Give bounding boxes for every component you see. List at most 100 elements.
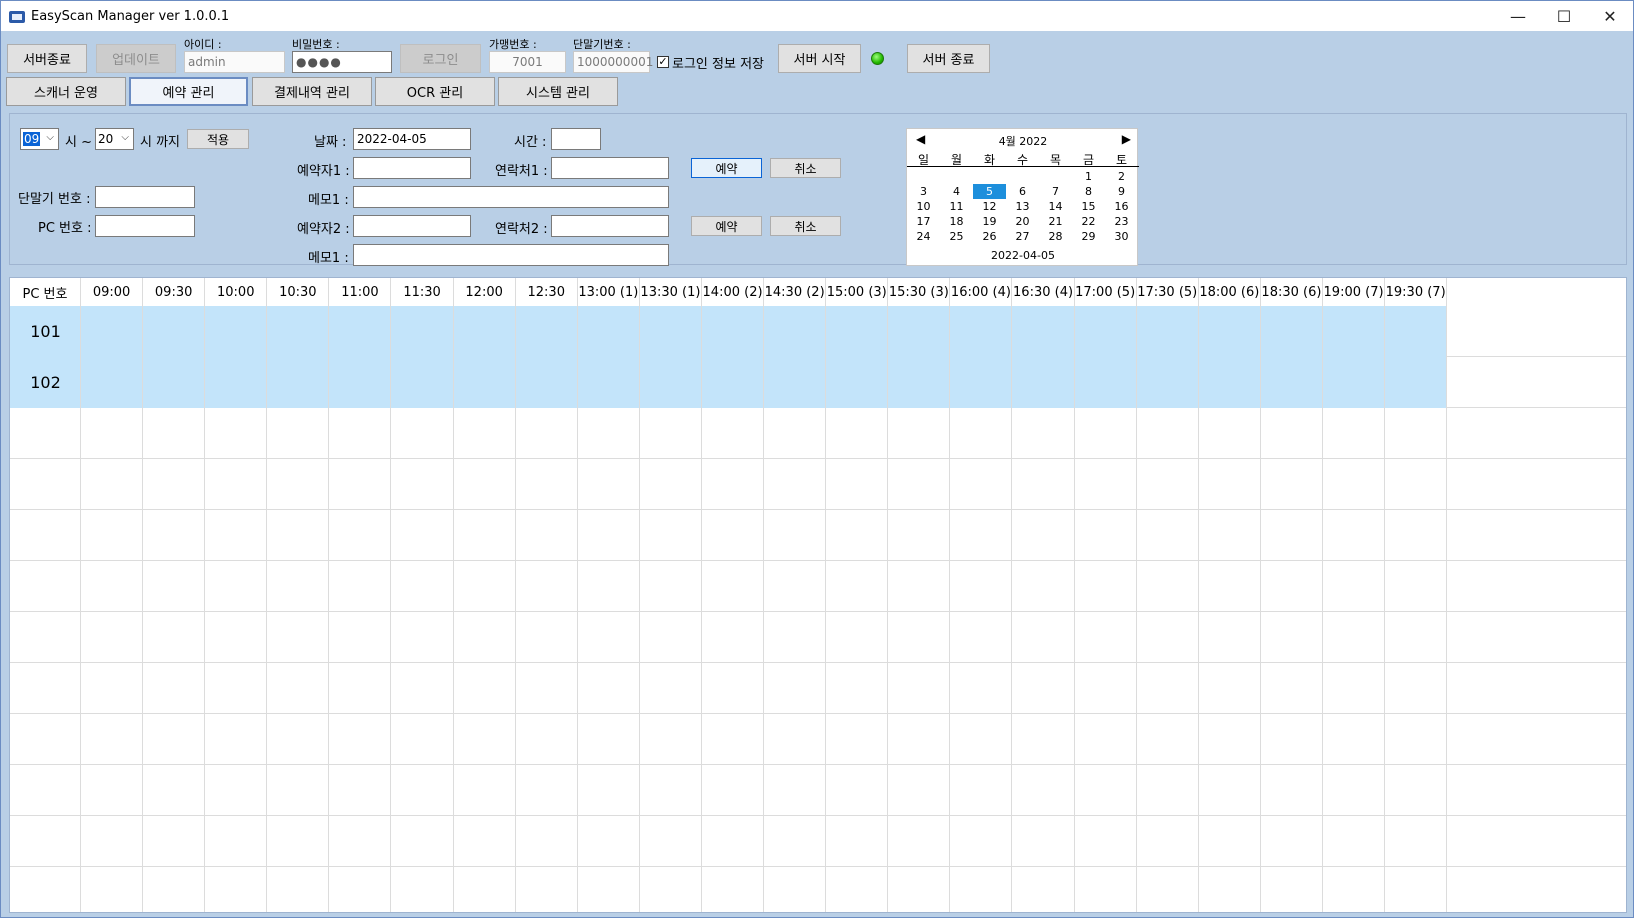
schedule-cell[interactable] (267, 408, 330, 459)
contact1-input[interactable] (551, 157, 669, 179)
schedule-cell[interactable] (205, 867, 268, 912)
schedule-cell[interactable] (516, 357, 578, 408)
calendar-day[interactable]: 20 (1006, 214, 1039, 229)
schedule-cell[interactable] (640, 816, 702, 867)
schedule-cell[interactable] (640, 561, 702, 612)
tab-system[interactable]: 시스템 관리 (498, 77, 618, 106)
schedule-cell[interactable] (392, 408, 454, 459)
cancel2-button[interactable]: 취소 (770, 216, 841, 236)
schedule-cell[interactable] (1013, 663, 1075, 714)
schedule-cell[interactable] (702, 816, 765, 867)
schedule-cell[interactable] (1385, 357, 1448, 408)
schedule-cell[interactable] (267, 510, 330, 561)
memo1-input[interactable] (353, 186, 669, 208)
schedule-cell[interactable] (888, 714, 951, 765)
id-input[interactable]: admin (184, 51, 285, 73)
schedule-cell[interactable] (1323, 663, 1386, 714)
schedule-cell[interactable] (1013, 867, 1075, 912)
schedule-cell[interactable] (1261, 714, 1323, 765)
schedule-cell[interactable] (702, 306, 765, 357)
calendar-day[interactable]: 2 (1105, 169, 1138, 184)
calendar-day[interactable]: 19 (973, 214, 1006, 229)
month-calendar[interactable]: ◀ 4월 2022 ▶ 일월화수목금토 1 2 3 4 5 6 7 8 9 10 11 12 13 14 1… (906, 128, 1139, 266)
schedule-cell[interactable] (950, 867, 1013, 912)
contact2-input[interactable] (551, 215, 669, 237)
tab-scanner[interactable]: 스캐너 운영 (6, 77, 126, 106)
schedule-cell[interactable] (392, 510, 454, 561)
schedule-cell[interactable] (1323, 357, 1386, 408)
calendar-day[interactable]: 14 (1039, 199, 1072, 214)
schedule-cell[interactable] (1137, 408, 1199, 459)
schedule-cell[interactable] (1137, 663, 1199, 714)
schedule-cell[interactable] (764, 612, 827, 663)
schedule-cell[interactable] (640, 765, 702, 816)
schedule-cell[interactable] (888, 510, 951, 561)
schedule-cell[interactable] (1261, 357, 1323, 408)
schedule-cell[interactable] (764, 867, 827, 912)
schedule-cell[interactable] (1385, 306, 1448, 357)
schedule-cell[interactable] (1075, 714, 1137, 765)
schedule-cell[interactable] (764, 459, 827, 510)
schedule-cell[interactable] (143, 510, 206, 561)
schedule-cell[interactable] (81, 663, 144, 714)
schedule-cell[interactable] (640, 357, 702, 408)
schedule-cell[interactable] (640, 663, 702, 714)
schedule-cell[interactable] (826, 816, 889, 867)
schedule-cell[interactable] (454, 816, 516, 867)
schedule-cell[interactable] (950, 408, 1013, 459)
schedule-cell[interactable] (640, 459, 702, 510)
schedule-cell[interactable] (516, 714, 578, 765)
schedule-cell[interactable] (1137, 510, 1199, 561)
cancel1-button[interactable]: 취소 (770, 158, 841, 178)
calendar-day[interactable]: 22 (1072, 214, 1105, 229)
schedule-cell[interactable] (764, 408, 827, 459)
schedule-cell[interactable] (392, 561, 454, 612)
schedule-cell[interactable] (1075, 459, 1137, 510)
calendar-day[interactable]: 15 (1072, 199, 1105, 214)
schedule-cell[interactable] (1013, 357, 1075, 408)
schedule-cell[interactable] (950, 714, 1013, 765)
schedule-cell[interactable] (578, 561, 640, 612)
schedule-cell[interactable] (1137, 459, 1199, 510)
schedule-cell[interactable] (1137, 867, 1199, 912)
schedule-cell[interactable] (1075, 867, 1137, 912)
apply-button[interactable]: 적용 (187, 129, 249, 149)
calendar-day[interactable]: 13 (1006, 199, 1039, 214)
schedule-cell[interactable] (143, 816, 206, 867)
schedule-cell[interactable] (143, 663, 206, 714)
schedule-cell[interactable] (1013, 714, 1075, 765)
schedule-cell[interactable] (1013, 816, 1075, 867)
schedule-cell[interactable] (143, 612, 206, 663)
schedule-cell[interactable] (640, 867, 702, 912)
schedule-cell[interactable] (329, 663, 392, 714)
schedule-cell[interactable] (392, 714, 454, 765)
schedule-cell[interactable] (702, 765, 765, 816)
calendar-day[interactable]: 6 (1006, 184, 1039, 199)
schedule-cell[interactable] (578, 765, 640, 816)
schedule-cell[interactable] (1323, 561, 1386, 612)
schedule-cell[interactable] (1013, 408, 1075, 459)
schedule-cell[interactable] (143, 459, 206, 510)
schedule-cell[interactable] (640, 408, 702, 459)
schedule-cell[interactable] (81, 459, 144, 510)
schedule-cell[interactable] (702, 408, 765, 459)
calendar-day[interactable]: 29 (1072, 229, 1105, 244)
schedule-cell[interactable] (702, 612, 765, 663)
schedule-cell[interactable] (1385, 816, 1448, 867)
schedule-cell[interactable] (454, 765, 516, 816)
schedule-cell[interactable] (826, 306, 889, 357)
schedule-cell[interactable] (454, 867, 516, 912)
schedule-cell[interactable] (1199, 663, 1261, 714)
schedule-cell[interactable] (826, 663, 889, 714)
schedule-cell[interactable] (1013, 306, 1075, 357)
schedule-cell[interactable] (267, 663, 330, 714)
schedule-cell[interactable] (1013, 561, 1075, 612)
schedule-cell[interactable] (1199, 561, 1261, 612)
calendar-day[interactable]: 8 (1072, 184, 1105, 199)
schedule-cell[interactable] (1075, 408, 1137, 459)
schedule-cell[interactable] (81, 714, 144, 765)
schedule-cell[interactable] (329, 510, 392, 561)
schedule-cell[interactable] (1075, 306, 1137, 357)
calendar-day[interactable]: 11 (940, 199, 973, 214)
schedule-cell[interactable] (1323, 867, 1386, 912)
